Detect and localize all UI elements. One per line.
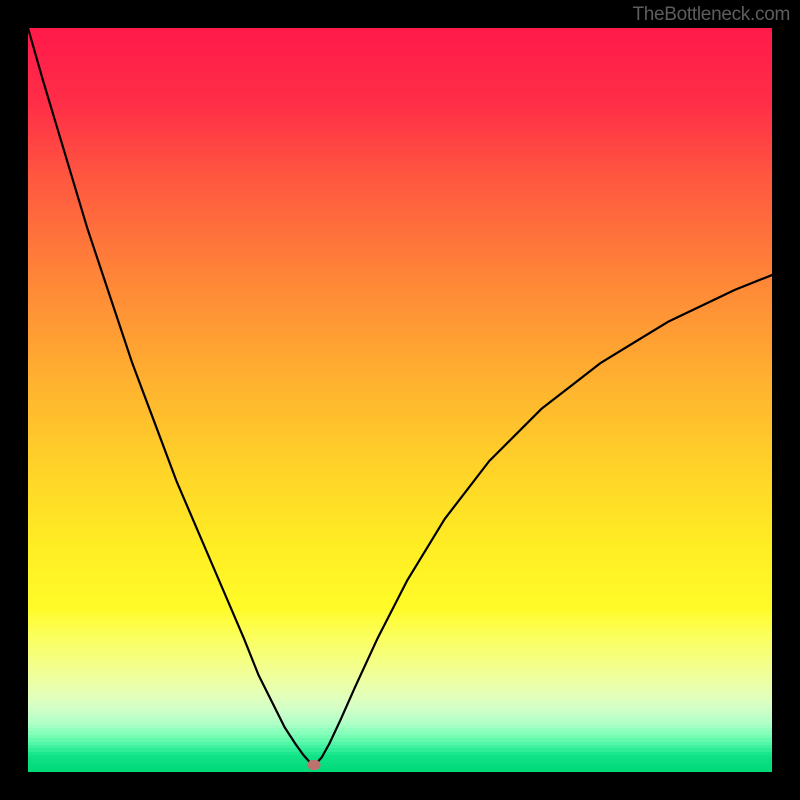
watermark-text: TheBottleneck.com [632,4,790,26]
chart-frame: TheBottleneck.com [0,0,800,800]
line-svg [28,28,772,772]
plot-area [28,28,772,772]
optimal-point-marker [308,760,321,770]
bottleneck-curve [28,28,772,765]
